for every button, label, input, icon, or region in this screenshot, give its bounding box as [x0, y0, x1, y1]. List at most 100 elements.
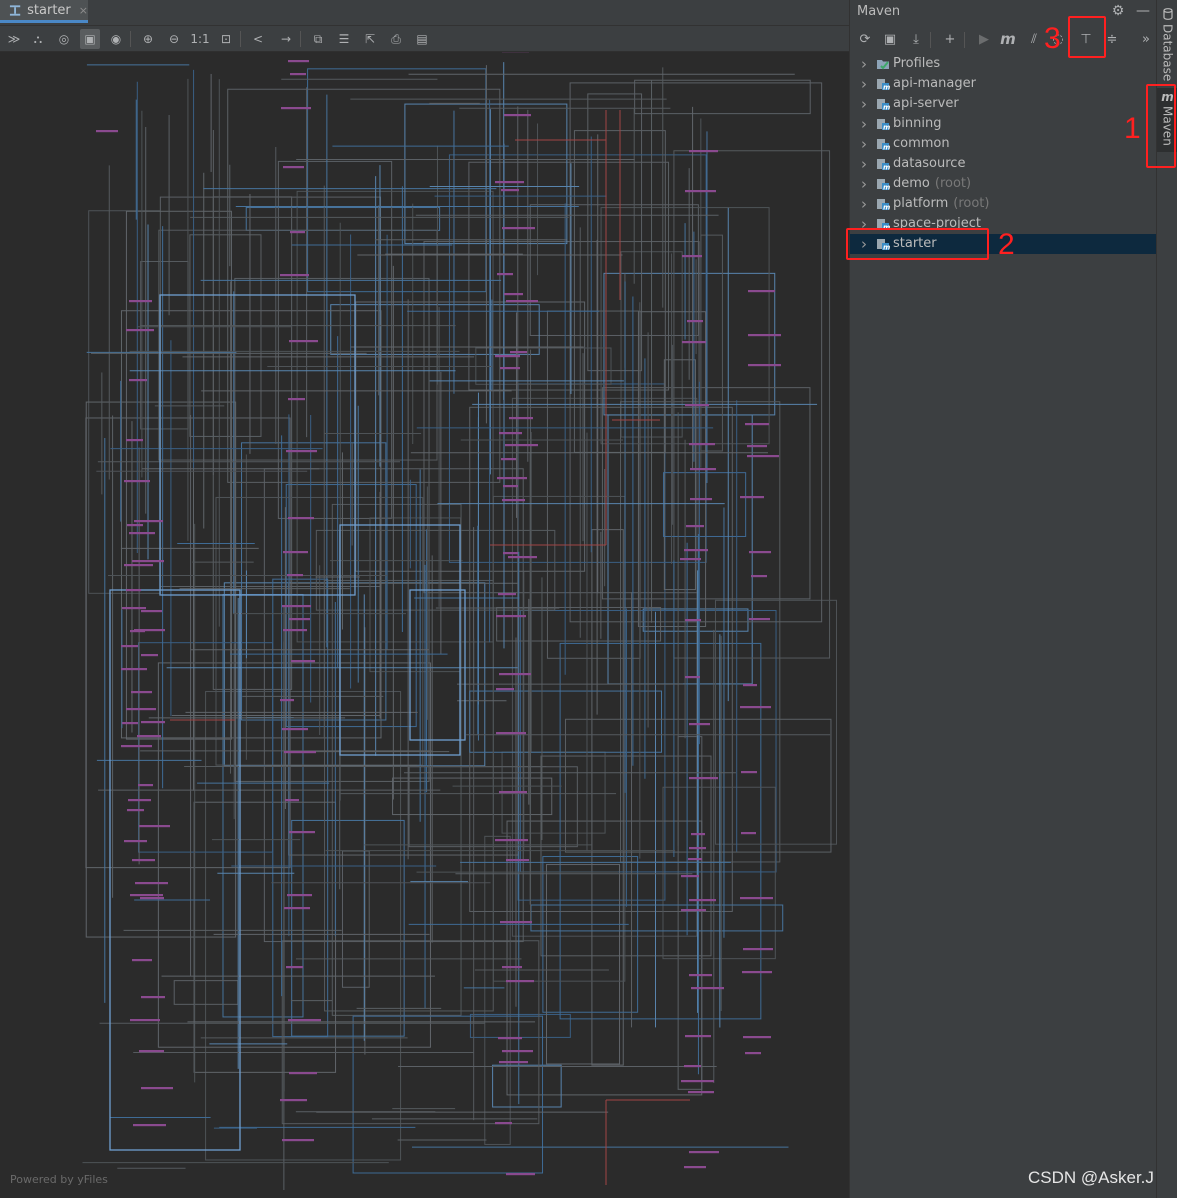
dependency-node[interactable] — [280, 274, 309, 277]
dependency-node[interactable] — [748, 334, 781, 337]
dependency-node[interactable] — [141, 610, 162, 613]
tree-item-binning[interactable]: › m binning — [850, 114, 1156, 134]
dependency-node[interactable] — [502, 227, 535, 230]
dependency-node[interactable] — [288, 60, 309, 63]
hierarchy-icon[interactable]: ⛬ — [28, 29, 48, 49]
dependency-node[interactable] — [286, 450, 317, 453]
dependency-node[interactable] — [124, 840, 147, 843]
dependency-node[interactable] — [139, 1050, 164, 1053]
dependency-node[interactable] — [124, 480, 150, 483]
dependency-node[interactable] — [498, 593, 516, 596]
dependency-node[interactable] — [743, 684, 757, 687]
dependency-diagram[interactable] — [0, 52, 849, 1198]
dependency-node[interactable] — [290, 231, 305, 234]
save-icon[interactable]: ▤ — [412, 29, 432, 49]
toggle-offline-icon[interactable]: ⫽ — [1024, 29, 1044, 49]
dependency-node[interactable] — [681, 1080, 714, 1083]
dependency-node[interactable] — [747, 445, 767, 448]
print-icon[interactable]: ⎙ — [386, 29, 406, 49]
collapse-icon[interactable]: ≫ — [4, 29, 24, 49]
dependency-node[interactable] — [688, 1091, 714, 1094]
dependency-node[interactable] — [501, 189, 519, 192]
fit-content-icon[interactable]: ⊡ — [216, 29, 236, 49]
share-icon[interactable]: < — [248, 29, 268, 49]
dependency-node[interactable] — [503, 485, 518, 488]
dependency-node[interactable] — [690, 498, 712, 501]
dependency-node[interactable] — [685, 404, 709, 407]
dependency-node[interactable] — [499, 791, 527, 794]
dependency-node[interactable] — [291, 660, 315, 663]
dependency-node[interactable] — [510, 351, 527, 354]
dependency-node[interactable] — [283, 166, 304, 169]
dependency-node[interactable] — [506, 859, 529, 862]
reload-icon[interactable]: ⟳ — [855, 29, 875, 49]
actual-size-icon[interactable]: 1:1 — [190, 29, 210, 49]
dependency-node[interactable] — [134, 520, 163, 523]
chevron-right-icon[interactable]: › — [858, 74, 870, 94]
dependency-node[interactable] — [497, 477, 527, 480]
dependency-node[interactable] — [740, 706, 771, 709]
dependency-node[interactable] — [132, 959, 152, 962]
dependency-node[interactable] — [743, 948, 773, 951]
dependency-node[interactable] — [285, 799, 299, 802]
dependency-node[interactable] — [495, 181, 524, 184]
dependency-node[interactable] — [282, 1139, 314, 1142]
dependency-node[interactable] — [282, 728, 308, 731]
dependency-node[interactable] — [130, 894, 163, 897]
dependency-node[interactable] — [682, 341, 706, 344]
dependency-node[interactable] — [496, 732, 526, 735]
dependency-node[interactable] — [500, 367, 520, 370]
dependency-node[interactable] — [129, 379, 147, 382]
dependency-node[interactable] — [506, 980, 534, 983]
dependency-node[interactable] — [506, 1173, 535, 1176]
dependency-node[interactable] — [500, 921, 532, 924]
dependency-node[interactable] — [126, 439, 143, 442]
tree-item-platform[interactable]: › m platform (root) — [850, 194, 1156, 214]
dependency-node[interactable] — [284, 907, 310, 910]
dependency-node[interactable] — [682, 255, 702, 258]
dependency-node[interactable] — [96, 130, 118, 133]
dependency-node[interactable] — [687, 320, 703, 323]
gear-icon[interactable]: ⚙ — [1109, 2, 1127, 20]
dependency-node[interactable] — [289, 831, 315, 834]
dependency-node[interactable] — [685, 1035, 711, 1038]
dependency-node[interactable] — [691, 987, 724, 990]
dependency-node[interactable] — [140, 897, 164, 900]
dependency-node[interactable] — [686, 525, 704, 528]
dependency-node[interactable] — [748, 290, 775, 293]
copy-icon[interactable]: ⧉ — [308, 29, 328, 49]
dependency-node[interactable] — [121, 668, 147, 671]
chevron-right-icon[interactable]: › — [858, 194, 870, 214]
dependency-node[interactable] — [684, 1065, 701, 1068]
dependency-node[interactable] — [742, 971, 772, 974]
export-icon[interactable]: ⇱ — [360, 29, 380, 49]
zoom-out-icon[interactable]: ⊖ — [164, 29, 184, 49]
dependency-node[interactable] — [689, 974, 712, 977]
dependency-node[interactable] — [287, 894, 312, 897]
dependency-node[interactable] — [685, 619, 701, 622]
chevron-right-icon[interactable]: › — [858, 174, 870, 194]
dependency-node[interactable] — [121, 645, 138, 648]
dependency-node[interactable] — [684, 549, 708, 552]
dependency-node[interactable] — [288, 1019, 321, 1022]
tree-item-common[interactable]: › m common — [850, 134, 1156, 154]
dependency-node[interactable] — [743, 1036, 771, 1039]
dependency-node[interactable] — [501, 458, 516, 461]
dependency-node[interactable] — [499, 673, 531, 676]
dependency-node[interactable] — [689, 777, 718, 780]
dependency-node[interactable] — [495, 1122, 512, 1125]
dependency-node[interactable] — [505, 444, 538, 447]
dependency-node[interactable] — [689, 1151, 719, 1154]
dependency-node[interactable] — [689, 150, 718, 153]
select-all-icon[interactable]: ▣ — [80, 29, 100, 49]
tree-item-Profiles[interactable]: › Profiles — [850, 54, 1156, 74]
dependency-node[interactable] — [689, 899, 716, 902]
dependency-node[interactable] — [138, 784, 153, 787]
plus-icon[interactable]: + — [940, 29, 960, 49]
dependency-node[interactable] — [741, 771, 757, 774]
dependency-node[interactable] — [740, 897, 773, 900]
dependency-node[interactable] — [502, 1050, 533, 1053]
dependency-node[interactable] — [135, 882, 168, 885]
dependency-node[interactable] — [286, 966, 303, 969]
dependency-node[interactable] — [132, 859, 155, 862]
